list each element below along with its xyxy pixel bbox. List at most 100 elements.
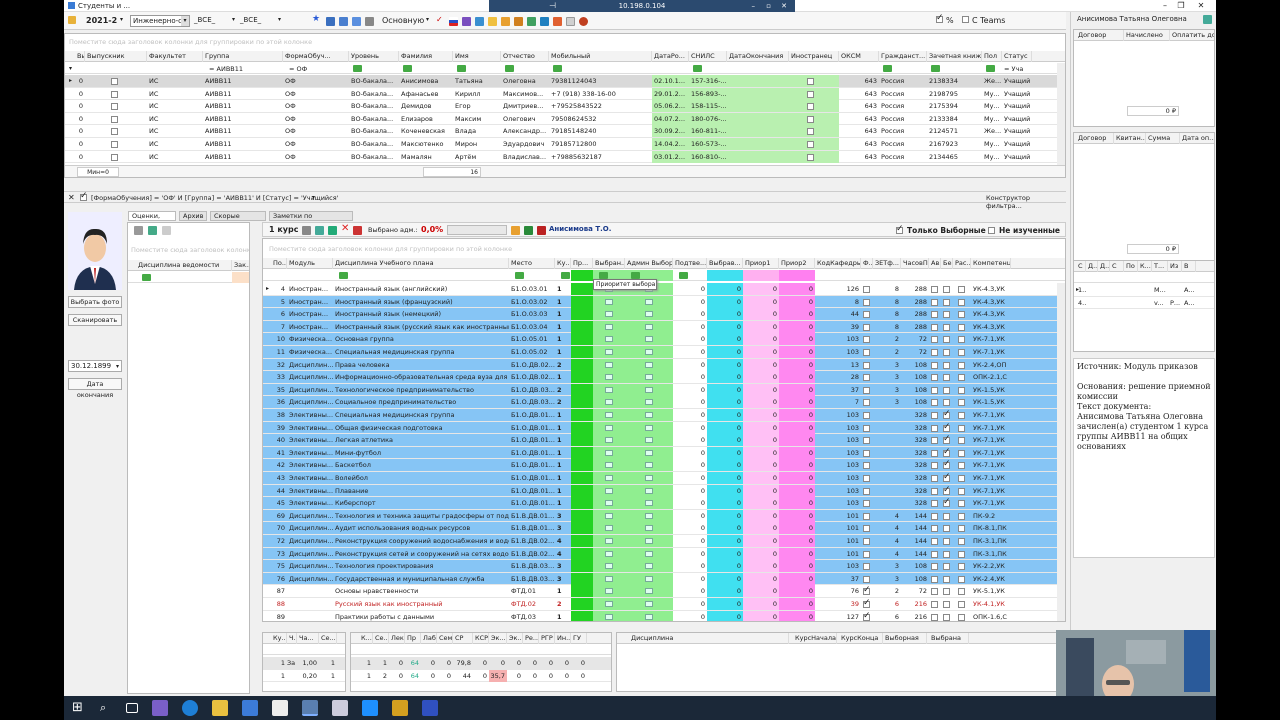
bez-checkbox[interactable] <box>943 422 951 432</box>
people-icon[interactable] <box>462 17 471 26</box>
list-icon[interactable] <box>645 550 653 557</box>
rp-col-2[interactable]: Сумма <box>1146 133 1180 144</box>
pen-app-icon[interactable] <box>152 700 168 716</box>
pin-icon[interactable]: ⊣ <box>549 0 556 12</box>
mini-col-0[interactable]: К... <box>359 633 373 644</box>
selection-col-2[interactable]: КурсКонца <box>839 633 883 644</box>
col-17[interactable]: Пол <box>982 51 1002 62</box>
settings-gear-icon[interactable] <box>362 700 378 716</box>
table-row[interactable]: 1 За 1,00 1 <box>263 657 345 670</box>
foreigner-checkbox[interactable] <box>807 90 814 98</box>
filter-status-value[interactable]: = Уча <box>1002 63 1032 75</box>
bez-checkbox[interactable] <box>943 434 951 445</box>
col-3[interactable]: Группа <box>203 51 283 62</box>
list-icon[interactable] <box>605 475 613 481</box>
ras-checkbox[interactable] <box>958 588 965 596</box>
print-small-icon[interactable] <box>134 226 143 235</box>
settings-icon[interactable] <box>566 17 575 26</box>
av-checkbox[interactable] <box>931 550 938 558</box>
rp-col-1[interactable]: Квитан... <box>1114 133 1146 144</box>
plan-delete-icon[interactable]: ✕ <box>341 223 349 234</box>
f-checkbox[interactable] <box>863 424 870 432</box>
table-row[interactable]: 89 Практики работы с данными ФТД.03 1 0 0 0 0 12… <box>263 610 1057 621</box>
filter-abc-icon[interactable] <box>883 65 892 72</box>
av-checkbox[interactable] <box>931 525 938 533</box>
filter-form-value[interactable]: = ОФ <box>287 63 337 75</box>
teams-checkbox[interactable] <box>962 16 969 23</box>
filter-group-value[interactable]: = АИВВ11 <box>207 63 277 75</box>
av-checkbox[interactable] <box>931 361 938 369</box>
list-icon[interactable] <box>645 336 653 343</box>
rp-col-2[interactable]: Д... <box>1098 261 1110 272</box>
col-1[interactable]: Выпускник <box>85 51 147 62</box>
table-row[interactable]: 39 Элективны... Общая физическая подготовк… <box>263 421 1057 435</box>
list-icon[interactable] <box>605 412 613 418</box>
list-icon[interactable] <box>605 399 613 406</box>
only-selected-checkbox[interactable] <box>896 224 904 234</box>
doc-small-icon[interactable] <box>162 226 171 235</box>
table-row[interactable]: 40 Элективны... Легкая атлетика Б1.О.ДВ.01.… <box>263 434 1057 447</box>
filter-color-cell[interactable] <box>571 270 593 281</box>
filter-text[interactable]: [ФормаОбучения] = 'ОФ' И [Группа] = 'АИВ… <box>91 194 338 202</box>
table-row[interactable]: 87Основы нравственностиФТД.011000076272У… <box>263 585 1057 598</box>
filter-abc-icon[interactable] <box>693 65 702 72</box>
graduate-checkbox[interactable] <box>111 115 118 123</box>
av-checkbox[interactable] <box>931 374 938 382</box>
table-row[interactable]: 5 Иностран... Иностранный язык (французски… <box>263 295 1057 309</box>
mini-col-4[interactable]: Лаб <box>421 633 437 644</box>
filter-abc-icon[interactable] <box>679 272 688 279</box>
table-row[interactable]: 76 Дисциплин... Государственная и муниципа… <box>263 572 1057 586</box>
bez-checkbox[interactable] <box>943 472 951 482</box>
rp-col-1[interactable]: Д... <box>1086 261 1098 272</box>
app-icon-4[interactable] <box>332 700 348 716</box>
ras-checkbox[interactable] <box>958 412 965 419</box>
ras-checkbox[interactable] <box>958 550 965 558</box>
tab-2[interactable]: Скорые события <box>210 211 266 229</box>
list-icon[interactable] <box>605 563 613 570</box>
list-icon[interactable] <box>645 449 653 456</box>
av-checkbox[interactable] <box>931 311 938 319</box>
f-checkbox[interactable] <box>863 538 870 545</box>
excel-icon[interactable] <box>1203 15 1212 24</box>
filter-abc-icon[interactable] <box>142 274 151 281</box>
col-8[interactable]: Отчество <box>501 51 549 62</box>
priority-cell[interactable] <box>571 484 593 497</box>
f-checkbox[interactable] <box>863 412 870 419</box>
filter-color-cell[interactable] <box>743 270 779 281</box>
priority-cell[interactable] <box>571 560 593 573</box>
funnel-icon[interactable] <box>475 17 484 26</box>
print-icon[interactable] <box>365 17 374 26</box>
year-select[interactable]: 2021-2 <box>86 16 117 25</box>
plan-col-3[interactable]: Место <box>509 258 555 269</box>
av-checkbox[interactable] <box>931 601 938 608</box>
av-checkbox[interactable] <box>931 575 938 583</box>
close-button[interactable]: ✕ <box>1194 0 1208 12</box>
table-row[interactable]: 75 Дисциплин... Технология проектирования Б… <box>263 560 1057 573</box>
plan-refresh-icon[interactable] <box>524 226 533 235</box>
bez-checkbox[interactable] <box>943 336 950 344</box>
plan-excel-icon[interactable] <box>315 226 324 235</box>
priority-cell[interactable] <box>571 522 593 535</box>
priority-cell[interactable] <box>571 509 593 522</box>
mini-col-6[interactable]: СР <box>453 633 473 644</box>
av-checkbox[interactable] <box>931 563 938 571</box>
mini-col-12[interactable]: Ин... <box>555 633 571 644</box>
col-6[interactable]: Фамилия <box>399 51 453 62</box>
rp-col-1[interactable]: Начислено <box>1124 30 1170 41</box>
restore-icon[interactable]: ▫ <box>766 0 771 12</box>
list-icon[interactable] <box>605 613 613 620</box>
list-icon[interactable] <box>605 575 613 582</box>
bez-checkbox[interactable] <box>943 512 950 520</box>
mini-col-11[interactable]: РГР <box>539 633 555 644</box>
plan-col-5[interactable]: Пр... <box>571 258 593 269</box>
table-row[interactable]: 1 0,20 1 <box>263 669 345 683</box>
app-icon-1[interactable] <box>242 700 258 716</box>
app-icon-6[interactable] <box>422 700 438 716</box>
ras-checkbox[interactable] <box>958 336 965 344</box>
list-icon[interactable] <box>605 311 613 318</box>
mini-col-5[interactable]: Сем <box>437 633 453 644</box>
end-date-button[interactable]: Дата окончания <box>68 378 122 399</box>
ras-checkbox[interactable] <box>958 374 965 382</box>
priority-cell[interactable] <box>571 497 593 510</box>
list-icon[interactable] <box>645 386 653 393</box>
